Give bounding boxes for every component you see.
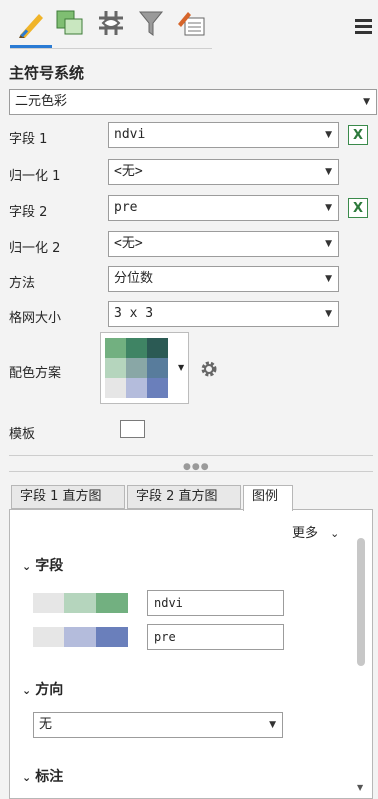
dropdown-value: ndvi: [114, 127, 146, 142]
field2-legend-label-input[interactable]: pre: [147, 624, 284, 650]
labels-group-header[interactable]: ⌄ 标注: [22, 766, 63, 786]
tab-primary-symbology[interactable]: [16, 6, 46, 40]
chevron-down-icon: ▼: [325, 309, 332, 319]
chevron-down-icon: ▼: [325, 274, 332, 284]
dropdown-value: 3 x 3: [114, 306, 154, 321]
more-label: 更多: [292, 526, 319, 541]
chevron-down-icon: ▼: [325, 203, 332, 213]
chevron-down-icon: ▼: [325, 130, 332, 140]
color-ramp-cell: [126, 358, 147, 378]
divider: [9, 455, 373, 456]
method-label: 方法: [9, 276, 36, 291]
tab-display[interactable]: [96, 6, 126, 40]
fields-group-header[interactable]: ⌄ 字段: [22, 555, 63, 575]
swatch: [33, 627, 64, 647]
chevron-down-icon: ⌄: [22, 684, 32, 697]
field2-expression-button[interactable]: X: [348, 198, 368, 218]
color-ramp-cell: [147, 378, 168, 398]
chevron-down-icon: ⌄: [22, 771, 32, 784]
direction-dropdown[interactable]: 无 ▼: [33, 712, 283, 738]
toolbar-divider: [10, 48, 212, 49]
input-value: pre: [154, 630, 176, 644]
tab-vary-symbology[interactable]: [54, 6, 84, 40]
color-ramp-cell: [105, 378, 126, 398]
swatch: [96, 627, 128, 647]
field1-legend-label-input[interactable]: ndvi: [147, 590, 284, 616]
expression-icon: X: [352, 127, 364, 143]
dropdown-value: pre: [114, 200, 138, 215]
legend-panel: [9, 509, 373, 799]
tab-filter[interactable]: [136, 6, 166, 40]
tab-field2-histogram[interactable]: 字段 2 直方图: [127, 485, 241, 509]
field1-expression-button[interactable]: X: [348, 125, 368, 145]
filter-funnel-icon: [138, 11, 164, 36]
chevron-down-icon: ⌄: [330, 527, 340, 540]
symbology-method-dropdown[interactable]: 二元色彩 ▼: [9, 89, 377, 115]
tab-label: 图例: [252, 489, 279, 504]
tab-attributes[interactable]: [176, 6, 206, 40]
normalization1-dropdown[interactable]: <无> ▼: [108, 159, 339, 185]
expression-icon: X: [352, 200, 364, 216]
field1-dropdown[interactable]: ndvi ▼: [108, 122, 339, 148]
group-title: 字段: [35, 558, 64, 574]
section-title: 主符号系统: [9, 64, 85, 82]
grid-size-label: 格网大小: [9, 311, 62, 326]
scrollbar-thumb[interactable]: [357, 538, 365, 666]
color-ramp-cell: [126, 338, 147, 358]
tab-label: 字段 1 直方图: [20, 489, 102, 504]
color-ramp-cell: [147, 338, 168, 358]
color-ramp-cell: [105, 338, 126, 358]
attribute-edit-icon: [178, 12, 205, 36]
normalization1-label: 归一化 1: [9, 169, 61, 184]
grid-size-dropdown[interactable]: 3 x 3 ▼: [108, 301, 339, 327]
normalization2-dropdown[interactable]: <无> ▼: [108, 231, 339, 257]
hamburger-menu-icon[interactable]: [355, 19, 372, 35]
swatch: [96, 593, 128, 613]
template-swatch[interactable]: [120, 420, 145, 438]
tab-legend[interactable]: 图例: [243, 485, 293, 511]
chevron-down-icon: ▼: [325, 239, 332, 249]
chevron-down-icon: ▼: [269, 720, 276, 730]
tab-label: 字段 2 直方图: [136, 489, 218, 504]
tab-field1-histogram[interactable]: 字段 1 直方图: [11, 485, 125, 509]
field2-label: 字段 2: [9, 205, 48, 220]
normalization2-label: 归一化 2: [9, 241, 61, 256]
swatch: [64, 627, 96, 647]
gear-icon[interactable]: [199, 359, 219, 379]
grid-hash-icon: [99, 11, 123, 35]
swatch: [64, 593, 96, 613]
color-scheme-selector[interactable]: ▼: [100, 332, 189, 404]
color-ramp-cell: [105, 358, 126, 378]
color-scheme-label: 配色方案: [9, 366, 62, 381]
chevron-down-icon: ▼: [325, 167, 332, 177]
color-ramp-cell: [126, 378, 147, 398]
dropdown-value: 无: [39, 717, 53, 732]
dropdown-value: <无>: [114, 236, 143, 251]
field1-label: 字段 1: [9, 132, 48, 147]
field2-dropdown[interactable]: pre ▼: [108, 195, 339, 221]
direction-group-header[interactable]: ⌄ 方向: [22, 679, 63, 699]
template-label: 模板: [9, 427, 36, 442]
more-menu[interactable]: 更多 ⌄: [292, 522, 339, 541]
vary-symbology-icon: [56, 10, 83, 35]
dropdown-value: 二元色彩: [15, 94, 68, 109]
dropdown-value: 分位数: [114, 271, 154, 286]
divider: [9, 471, 373, 472]
dropdown-value: <无>: [114, 164, 143, 179]
group-title: 方向: [35, 682, 64, 698]
chevron-down-icon: ▼: [363, 97, 370, 107]
group-title: 标注: [35, 769, 64, 785]
swatch: [33, 593, 64, 613]
scroll-down-icon[interactable]: ▼: [357, 783, 363, 792]
classification-method-dropdown[interactable]: 分位数 ▼: [108, 266, 339, 292]
symbology-pencil-icon: [19, 14, 43, 38]
chevron-down-icon: ⌄: [22, 560, 32, 573]
color-ramp-cell: [147, 358, 168, 378]
input-value: ndvi: [154, 596, 183, 610]
chevron-down-icon: ▼: [178, 363, 185, 372]
